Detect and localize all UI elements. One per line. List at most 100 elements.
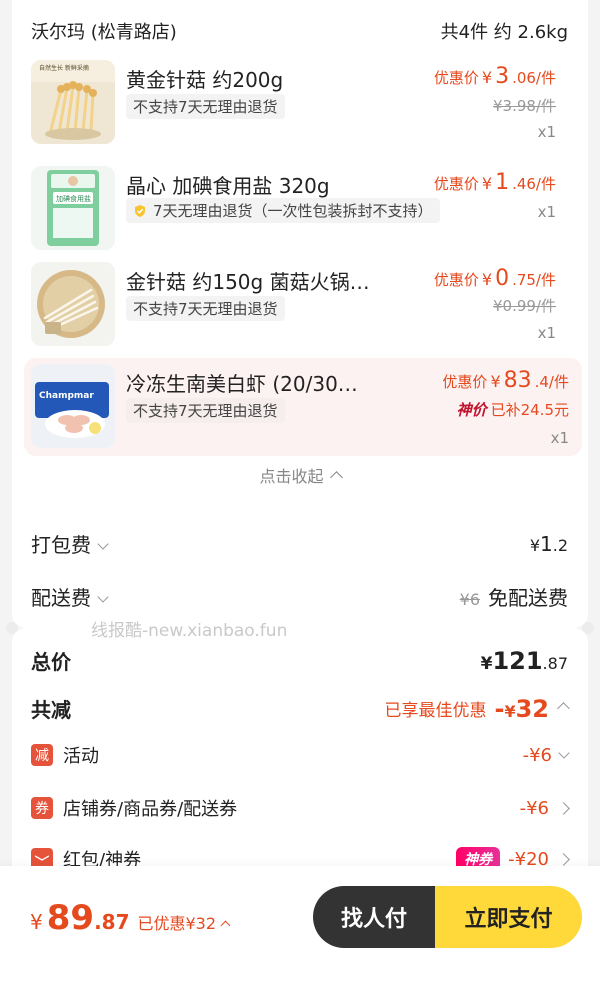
chevron-down-icon: [97, 591, 109, 603]
payable-amount[interactable]: ¥89.87 已优惠¥32: [30, 898, 231, 938]
payable-decimal: .87: [94, 910, 130, 934]
discount-currency: ¥: [504, 701, 516, 721]
discount-coupon-text: 店铺券/商品券/配送券: [63, 799, 238, 820]
product-image-enoki[interactable]: [31, 262, 115, 346]
watermark: 线报酷-new.xianbao.fun: [91, 621, 288, 641]
original-price: ¥0.99/件: [493, 297, 556, 315]
subsidy-text: 已补24.5元: [490, 401, 569, 419]
discount-activity-label: 减活动: [31, 742, 99, 768]
product-image-salt[interactable]: 加碘食用盐: [31, 166, 115, 250]
store-name[interactable]: 沃尔玛 (松青路店): [31, 18, 177, 44]
price-label: 优惠价: [442, 373, 488, 391]
packing-fee-value: ¥1.2: [530, 532, 568, 556]
price-decimal: .75/件: [512, 271, 556, 289]
store-header: 沃尔玛 (松青路店) 共4件 约 2.6kg: [31, 18, 568, 44]
price-summary-card: 总价 ¥121.87 共减 已享最佳优惠 -¥32 减活动 -¥6 券店铺券/商…: [12, 628, 588, 888]
subsidy-badge: 神价 已补24.5元: [457, 399, 569, 420]
product-title[interactable]: 金针菇 约150g 菌菇火锅…: [126, 266, 370, 295]
discount-activity-text: 活动: [63, 746, 99, 767]
delivery-fee-free: 免配送费: [488, 586, 568, 610]
price-currency: ¥: [481, 174, 493, 193]
delivery-fee-original: ¥6: [459, 590, 480, 609]
chevron-right-icon: [557, 852, 570, 866]
product-image-shrimp[interactable]: Champmar: [31, 364, 115, 448]
payable-currency: ¥: [30, 910, 43, 934]
price-integer: 3: [495, 64, 510, 89]
price-currency: ¥: [490, 372, 501, 391]
discount-activity-amount: -¥6: [522, 744, 552, 766]
list-item[interactable]: 加碘食用盐 晶心 加碘食用盐 320g 7天无理由退货（一次性包装拆封不支持） …: [12, 166, 588, 250]
discount-reduce-icon: 减: [31, 744, 53, 766]
quantity: x1: [550, 429, 569, 447]
friend-pay-button[interactable]: 找人付: [313, 886, 435, 948]
return-policy-text: 7天无理由退货（一次性包装拆封不支持）: [153, 202, 433, 220]
packing-fee-row[interactable]: 打包费 ¥1.2: [31, 529, 568, 558]
saved-amount: 已优惠¥32: [137, 914, 217, 933]
discount-coupon-value: -¥6: [519, 797, 570, 819]
chevron-up-icon: [557, 702, 570, 715]
return-policy-tag: 不支持7天无理由退货: [126, 296, 285, 321]
discount-amount: 32: [515, 694, 549, 723]
chevron-up-icon: [329, 471, 343, 484]
discount-coupon-row[interactable]: 券店铺券/商品券/配送券 -¥6: [31, 795, 570, 821]
product-image-text: 自然生长 新鲜采摘: [39, 64, 89, 72]
chevron-right-icon: [557, 801, 570, 815]
packing-fee-integer: 1: [540, 531, 553, 556]
payable-integer: 89: [46, 898, 95, 938]
total-integer: 121: [492, 646, 543, 675]
quantity: x1: [537, 203, 556, 221]
discount-activity-row[interactable]: 减活动 -¥6: [31, 742, 570, 768]
order-items-card: 沃尔玛 (松青路店) 共4件 约 2.6kg 自然生长 新鲜采摘 黄金针菇 约2…: [12, 0, 588, 628]
product-price: 优惠价 ¥1.46/件: [434, 170, 556, 195]
return-policy-tag: 7天无理由退货（一次性包装拆封不支持）: [126, 198, 440, 223]
list-item[interactable]: Champmar 冷冻生南美白虾 (20/30… 不支持7天无理由退货 优惠价 …: [24, 358, 582, 456]
total-label: 总价: [31, 650, 71, 674]
delivery-fee-text: 配送费: [31, 586, 91, 610]
discount-value: 已享最佳优惠 -¥32: [384, 694, 570, 723]
return-policy-tag: 不支持7天无理由退货: [126, 94, 285, 119]
chevron-down-icon: [558, 747, 570, 759]
packing-fee-text: 打包费: [31, 533, 91, 557]
price-currency: ¥: [481, 270, 493, 289]
delivery-fee-value: ¥6 免配送费: [460, 582, 568, 611]
return-policy-tag: 不支持7天无理由退货: [126, 398, 285, 423]
product-title[interactable]: 冷冻生南美白虾 (20/30…: [126, 368, 358, 397]
quantity: x1: [537, 123, 556, 141]
product-title[interactable]: 黄金针菇 约200g: [126, 64, 283, 93]
discount-activity-value: -¥6: [522, 744, 570, 766]
coupon-icon: 券: [31, 797, 53, 819]
delivery-fee-label: 配送费: [31, 582, 109, 611]
discount-coupon-amount: -¥6: [519, 797, 549, 819]
packing-fee-decimal: .2: [552, 535, 568, 555]
total-currency: ¥: [480, 653, 493, 674]
order-summary: 共4件 约 2.6kg: [440, 22, 568, 43]
price-integer: 83: [503, 368, 532, 393]
price-integer: 0: [495, 266, 510, 291]
pay-now-button[interactable]: 立即支付: [435, 886, 582, 948]
price-decimal: .06/件: [512, 69, 556, 87]
discount-row[interactable]: 共减 已享最佳优惠 -¥32: [31, 694, 570, 723]
product-price: 优惠价 ¥0.75/件: [434, 266, 556, 291]
price-currency: ¥: [481, 68, 493, 87]
chevron-up-icon: [220, 920, 231, 931]
delivery-fee-row[interactable]: 配送费 ¥6 免配送费: [31, 582, 568, 611]
original-price: ¥3.98/件: [493, 97, 556, 115]
product-title[interactable]: 晶心 加碘食用盐 320g: [126, 170, 330, 199]
price-label: 优惠价: [433, 271, 479, 289]
list-item[interactable]: 自然生长 新鲜采摘 黄金针菇 约200g 不支持7天无理由退货 优惠价 ¥3.0…: [12, 60, 588, 150]
price-label: 优惠价: [433, 175, 479, 193]
list-item[interactable]: 金针菇 约150g 菌菇火锅… 不支持7天无理由退货 优惠价 ¥0.75/件 ¥…: [12, 262, 588, 348]
collapse-toggle[interactable]: 点击收起: [12, 463, 588, 487]
product-price: 优惠价 ¥83.4/件: [442, 368, 569, 393]
discount-prefix: -: [494, 694, 505, 723]
quantity: x1: [537, 324, 556, 342]
product-image-text: 加碘食用盐: [56, 194, 91, 203]
total-value: ¥121.87: [481, 647, 568, 675]
price-integer: 1: [495, 170, 510, 195]
checkout-bar: ¥89.87 已优惠¥32 找人付 立即支付: [0, 866, 600, 998]
collapse-label: 点击收起: [259, 467, 324, 486]
product-image-text: Champmar: [39, 391, 94, 401]
product-image-golden-enoki[interactable]: 自然生长 新鲜采摘: [31, 60, 115, 144]
best-discount-text: 已享最佳优惠: [384, 701, 487, 721]
price-label: 优惠价: [433, 69, 479, 87]
